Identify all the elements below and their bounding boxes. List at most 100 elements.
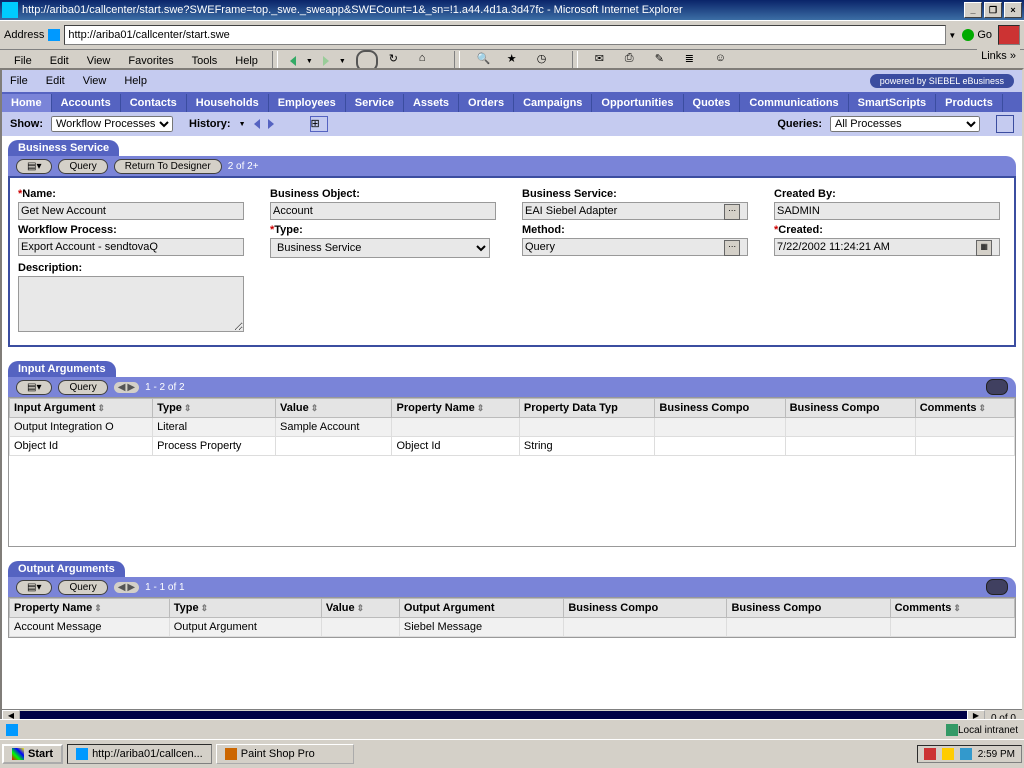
queries-select[interactable]: All Processes — [830, 116, 980, 132]
tab-home[interactable]: Home — [2, 94, 52, 112]
createdby-input — [774, 202, 1000, 220]
tab-products[interactable]: Products — [936, 94, 1003, 112]
back-icon[interactable] — [290, 56, 296, 66]
field-name: *Name: — [18, 188, 250, 220]
bs-return-button[interactable]: Return To Designer — [114, 159, 222, 174]
system-tray[interactable]: 2:59 PM — [917, 745, 1022, 763]
method-pick-icon[interactable]: ⋯ — [724, 240, 740, 256]
minimize-button[interactable]: _ — [964, 2, 982, 18]
tab-contacts[interactable]: Contacts — [121, 94, 187, 112]
wf-input[interactable] — [18, 238, 244, 256]
col-property-data-type: Property Data Typ — [519, 399, 655, 418]
windows-icon — [12, 748, 24, 760]
siebel-app: File Edit View Help powered by SIEBEL eB… — [0, 68, 1024, 728]
field-created: *Created: ▦ — [774, 224, 1006, 258]
address-bar: Address ▼ Go — [0, 20, 1024, 50]
created-input — [774, 238, 1000, 256]
ie-menu-view[interactable]: View — [79, 53, 119, 69]
app-menu-view[interactable]: View — [83, 75, 107, 87]
history-back-icon[interactable] — [254, 119, 260, 129]
tab-assets[interactable]: Assets — [404, 94, 459, 112]
bsvc-input[interactable] — [522, 202, 748, 220]
bs-counter: 2 of 2+ — [228, 161, 259, 172]
input-nav[interactable]: ◀▶ — [114, 382, 139, 393]
ie-menu-help[interactable]: Help — [227, 53, 266, 69]
tray-icon-2[interactable] — [942, 748, 954, 760]
col-type: Type⇕ — [153, 399, 276, 418]
input-toolbar: ▤▾ Query ◀▶ 1 - 2 of 2 — [8, 377, 1016, 397]
tray-icon-1[interactable] — [924, 748, 936, 760]
go-button[interactable]: Go — [962, 29, 992, 41]
col-property-name: Property Name⇕ — [392, 399, 519, 418]
app-menu-edit[interactable]: Edit — [46, 75, 65, 87]
start-button[interactable]: Start — [2, 744, 63, 764]
find-icon[interactable] — [996, 115, 1014, 133]
output-query-button[interactable]: Query — [58, 580, 107, 595]
tab-service[interactable]: Service — [346, 94, 404, 112]
table-row[interactable]: Output Integration OLiteralSample Accoun… — [10, 418, 1015, 437]
bs-menu-button[interactable]: ▤▾ — [16, 159, 52, 174]
tray-icon-3[interactable] — [960, 748, 972, 760]
task-psp[interactable]: Paint Shop Pro — [216, 744, 354, 764]
taskbar: Start http://ariba01/callcen... Paint Sh… — [0, 739, 1024, 768]
queries-label: Queries: — [777, 118, 822, 130]
app-menu-file[interactable]: File — [10, 75, 28, 87]
zone-icon — [946, 724, 958, 736]
tab-communications[interactable]: Communications — [740, 94, 848, 112]
table-row[interactable]: Object IdProcess PropertyObject IdString — [10, 437, 1015, 456]
ie-menu-tools[interactable]: Tools — [184, 53, 226, 69]
input-query-button[interactable]: Query — [58, 380, 107, 395]
task-ie[interactable]: http://ariba01/callcen... — [67, 744, 212, 764]
tab-campaigns[interactable]: Campaigns — [514, 94, 592, 112]
page-icon — [48, 29, 60, 41]
input-menu-button[interactable]: ▤▾ — [16, 380, 52, 395]
output-menu-button[interactable]: ▤▾ — [16, 580, 52, 595]
url-input[interactable] — [64, 25, 946, 45]
bo-input[interactable] — [270, 202, 496, 220]
tab-quotes[interactable]: Quotes — [684, 94, 741, 112]
tab-accounts[interactable]: Accounts — [52, 94, 121, 112]
output-title: Output Arguments — [8, 561, 125, 577]
tab-opportunities[interactable]: Opportunities — [592, 94, 683, 112]
col-value: Value⇕ — [275, 399, 392, 418]
input-title: Input Arguments — [8, 361, 116, 377]
input-collapse-icon[interactable] — [986, 379, 1008, 395]
col-buscomp2: Business Compo — [727, 599, 890, 618]
links-label[interactable]: Links » — [977, 48, 1020, 64]
show-select[interactable]: Workflow Processes — [51, 116, 173, 132]
field-workflow-process: Workflow Process: — [18, 224, 250, 258]
tab-households[interactable]: Households — [187, 94, 269, 112]
page-status-icon — [6, 724, 18, 736]
field-method: Method: ⋯ — [522, 224, 754, 258]
history-fwd-icon[interactable] — [268, 119, 274, 129]
url-dropdown-icon[interactable]: ▼ — [948, 31, 956, 40]
app-menu-help[interactable]: Help — [124, 75, 147, 87]
tab-orders[interactable]: Orders — [459, 94, 514, 112]
output-collapse-icon[interactable] — [986, 579, 1008, 595]
psp-task-icon — [225, 748, 237, 760]
bs-query-button[interactable]: Query — [58, 159, 107, 174]
ie-menu-edit[interactable]: Edit — [42, 53, 77, 69]
siebel-brand: powered by SIEBEL eBusiness — [870, 74, 1014, 88]
type-select[interactable]: Business Service — [270, 238, 490, 258]
maximize-button[interactable]: ❐ — [984, 2, 1002, 18]
close-button[interactable]: × — [1004, 2, 1022, 18]
desc-input[interactable] — [18, 276, 244, 332]
name-input[interactable] — [18, 202, 244, 220]
field-type: *Type: Business Service — [270, 224, 502, 258]
created-calendar-icon[interactable]: ▦ — [976, 240, 992, 256]
tab-employees[interactable]: Employees — [269, 94, 346, 112]
throbber-icon — [998, 25, 1020, 45]
field-created-by: Created By: — [774, 188, 1006, 220]
input-counter: 1 - 2 of 2 — [145, 382, 184, 393]
sitemap-icon[interactable]: ⊞ — [310, 116, 328, 132]
col-output-argument: Output Argument — [399, 599, 563, 618]
bsvc-pick-icon[interactable]: ⋯ — [724, 204, 740, 220]
method-input[interactable] — [522, 238, 748, 256]
output-nav[interactable]: ◀▶ — [114, 582, 139, 593]
tab-smartscripts[interactable]: SmartScripts — [849, 94, 936, 112]
table-row[interactable]: Account MessageOutput ArgumentSiebel Mes… — [10, 618, 1015, 637]
forward-icon[interactable] — [323, 56, 329, 66]
ie-menu-file[interactable]: File — [6, 53, 40, 69]
ie-menu-favorites[interactable]: Favorites — [120, 53, 181, 69]
